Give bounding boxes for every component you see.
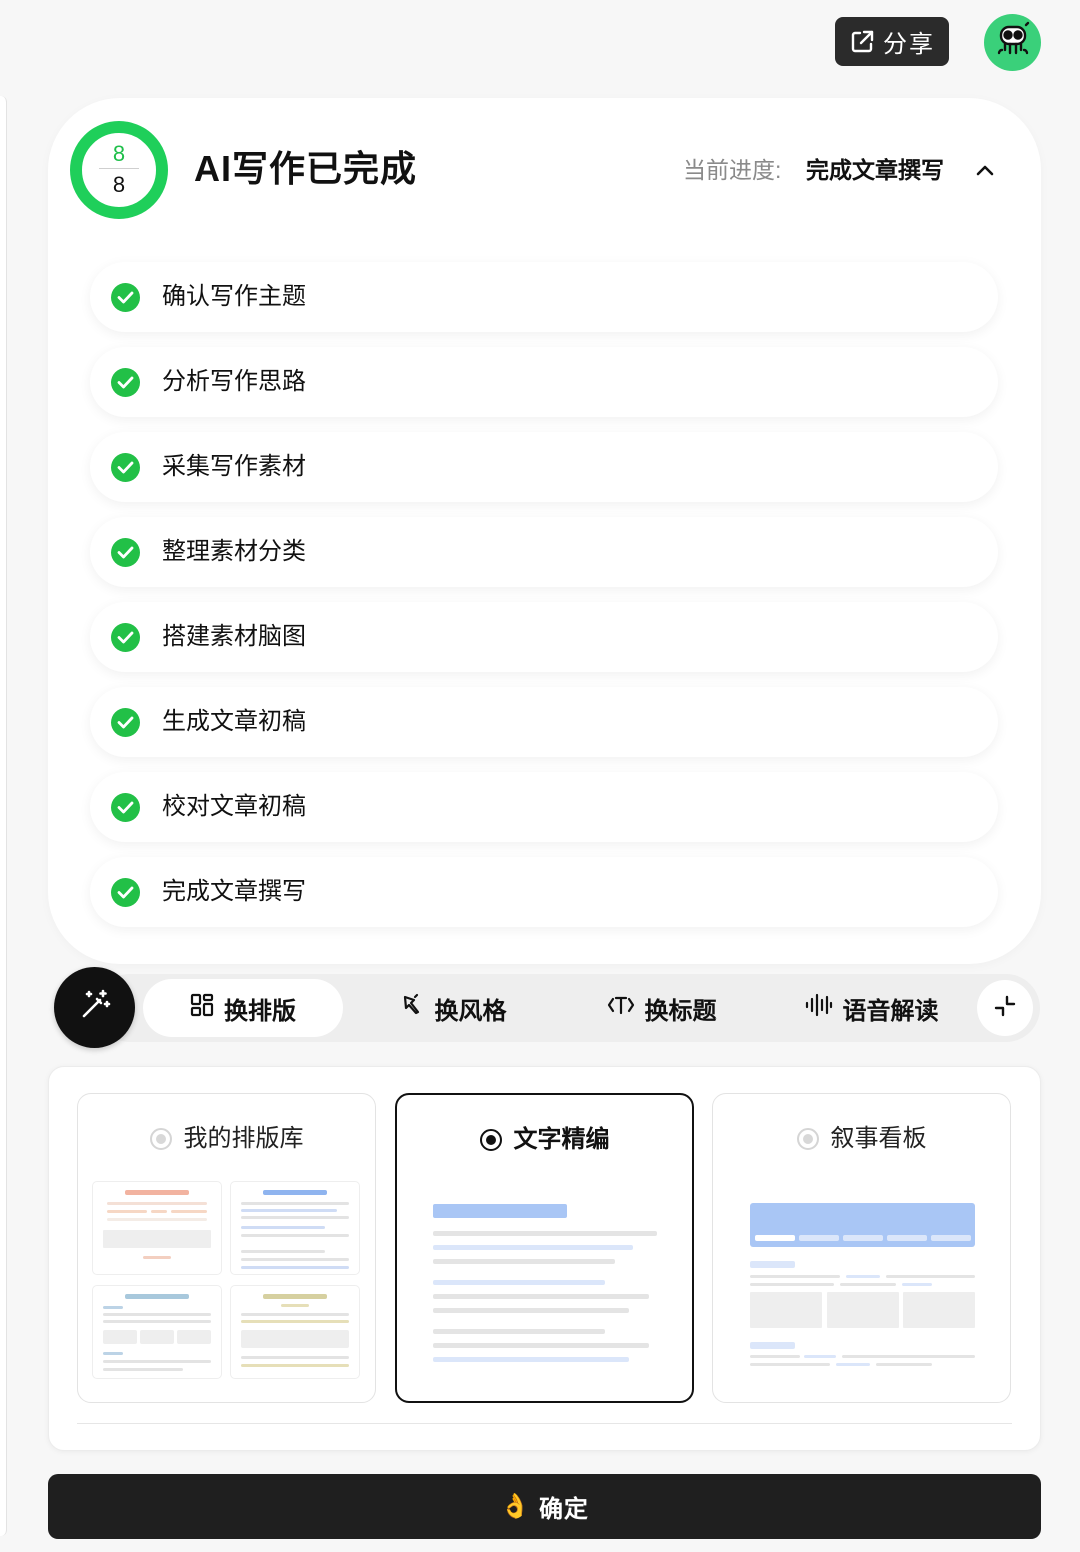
count-divider	[99, 168, 139, 169]
layout-thumbnail	[231, 1182, 359, 1274]
tab-label: 换风格	[434, 997, 507, 1025]
option-label: 叙事看板	[830, 1125, 927, 1152]
step-label: 整理素材分类	[162, 538, 306, 565]
layout-thumbnail	[93, 1182, 221, 1274]
layout-thumbnail	[93, 1286, 221, 1378]
step-label: 完成文章撰写	[162, 878, 306, 905]
check-circle-icon	[111, 538, 140, 567]
check-circle-icon	[111, 283, 140, 312]
magic-button[interactable]	[54, 967, 135, 1048]
tab-label: 语音解读	[842, 997, 939, 1025]
radio-button[interactable]	[796, 1128, 819, 1150]
option-header: 叙事看板	[713, 1124, 1010, 1154]
option-label: 我的排版库	[183, 1125, 304, 1152]
progress-value: 完成文章撰写	[806, 157, 944, 183]
option-header: 文字精编	[397, 1125, 692, 1155]
step-item: 生成文章初稿	[90, 687, 998, 757]
check-circle-icon	[111, 368, 140, 397]
side-panel-edge	[0, 96, 7, 1536]
tab-voice-read[interactable]: 语音解读	[784, 979, 959, 1037]
check-circle-icon	[111, 793, 140, 822]
layout-option-text-refine[interactable]: 文字精编	[395, 1093, 694, 1403]
tab-label: 换标题	[644, 997, 717, 1025]
robot-avatar-icon	[993, 20, 1033, 65]
step-item: 整理素材分类	[90, 517, 998, 587]
tab-change-style[interactable]: 换风格	[366, 979, 541, 1037]
confirm-label: 确定	[538, 1496, 589, 1523]
step-item: 分析写作思路	[90, 347, 998, 417]
step-item: 校对文章初稿	[90, 772, 998, 842]
audio-wave-icon	[805, 993, 833, 1024]
step-list: 确认写作主题 分析写作思路 采集写作素材 整理素材分类 搭建素材脑图 生成文章初…	[90, 262, 998, 942]
done-count: 8	[112, 141, 126, 166]
progress-label: 当前进度:	[683, 157, 782, 183]
step-label: 校对文章初稿	[162, 793, 306, 820]
step-item: 采集写作素材	[90, 432, 998, 502]
ok-hand-icon: 👌	[500, 1493, 531, 1520]
step-item: 确认写作主题	[90, 262, 998, 332]
step-item: 完成文章撰写	[90, 857, 998, 927]
magic-wand-icon	[75, 985, 115, 1030]
radio-button[interactable]	[149, 1128, 172, 1150]
tab-change-title[interactable]: 换标题	[574, 979, 749, 1037]
chevron-up-icon[interactable]	[974, 160, 996, 180]
check-circle-icon	[111, 878, 140, 907]
step-label: 分析写作思路	[162, 368, 306, 395]
step-label: 采集写作素材	[162, 453, 306, 480]
panel-divider	[77, 1423, 1012, 1424]
title-text-icon	[607, 993, 635, 1024]
collapse-icon	[992, 993, 1018, 1024]
tab-change-layout[interactable]: 换排版	[143, 979, 343, 1037]
progress-ring: 8 8	[70, 121, 168, 219]
step-label: 生成文章初稿	[162, 708, 306, 735]
step-item: 搭建素材脑图	[90, 602, 998, 672]
page-title: AI写作已完成	[194, 148, 418, 189]
option-header: 我的排版库	[78, 1124, 375, 1154]
share-button[interactable]: 分享	[835, 17, 949, 66]
layout-thumbnail	[231, 1286, 359, 1378]
check-circle-icon	[111, 708, 140, 737]
radio-button[interactable]	[479, 1129, 502, 1151]
style-brush-icon	[401, 993, 425, 1024]
grid-layout-icon	[190, 993, 214, 1024]
confirm-button[interactable]: 👌 确定	[48, 1474, 1041, 1539]
collapse-button[interactable]	[977, 980, 1033, 1036]
total-count: 8	[112, 172, 126, 197]
step-label: 搭建素材脑图	[162, 623, 306, 650]
step-label: 确认写作主题	[162, 283, 306, 310]
option-label: 文字精编	[513, 1126, 610, 1153]
layout-option-story-board[interactable]: 叙事看板	[712, 1093, 1011, 1403]
check-circle-icon	[111, 453, 140, 482]
layout-option-my-library[interactable]: 我的排版库	[77, 1093, 376, 1403]
share-label: 分享	[883, 31, 935, 58]
tab-label: 换排版	[224, 997, 296, 1025]
external-share-icon	[849, 29, 875, 55]
avatar[interactable]	[984, 14, 1041, 71]
check-circle-icon	[111, 623, 140, 652]
